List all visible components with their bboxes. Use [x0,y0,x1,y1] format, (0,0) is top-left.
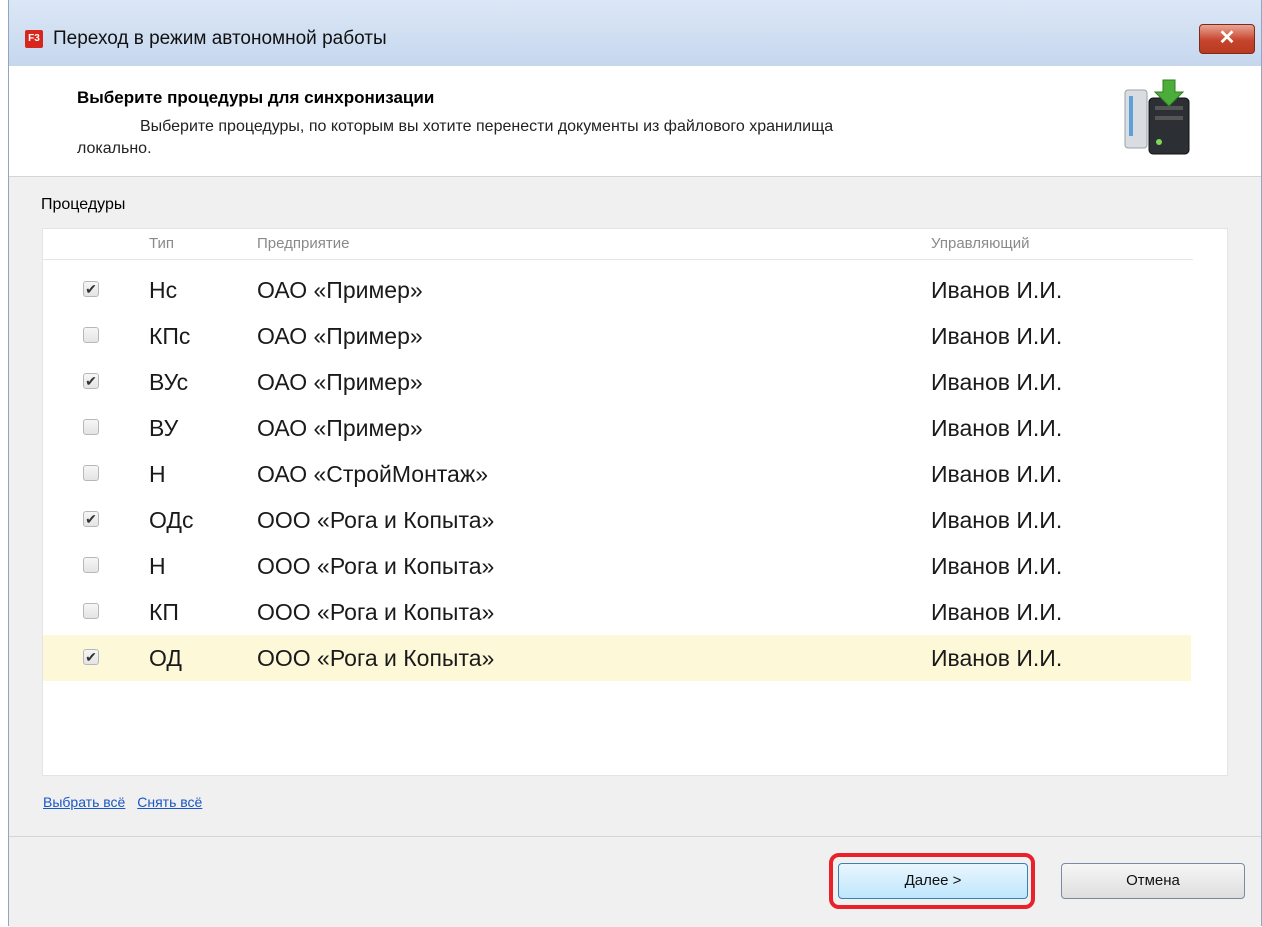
procedure-row[interactable]: ✔ ОД ООО «Рога и Копыта» Иванов И.И. [43,635,1191,681]
column-header-enterprise[interactable]: Предприятие [257,235,349,252]
procedure-row[interactable]: КПс ОАО «Пример» Иванов И.И. [43,313,1191,359]
procedure-manager: Иванов И.И. [931,553,1063,579]
dialog-window: F3 Переход в режим автономной работы ✕ В… [8,0,1262,927]
procedure-enterprise: ОАО «СтройМонтаж» [257,461,489,487]
app-logo-icon: F3 [25,30,43,48]
server-download-icon [1124,79,1190,155]
cancel-button[interactable]: Отмена [1061,863,1245,899]
procedure-manager: Иванов И.И. [931,415,1063,441]
procedure-checkbox[interactable]: ✔ [83,649,99,665]
wizard-title: Выберите процедуры для синхронизации [77,88,435,107]
wizard-description: Выберите процедуры, по которым вы хотите… [77,116,1020,160]
clear-all-link[interactable]: Снять всё [137,794,202,810]
procedure-checkbox[interactable]: ✔ [83,281,99,297]
title-bar: F3 Переход в режим автономной работы ✕ [9,0,1261,67]
procedure-row[interactable]: КП ООО «Рога и Копыта» Иванов И.И. [43,589,1191,635]
procedure-type: Н [149,461,166,487]
procedure-enterprise: ОАО «Пример» [257,415,423,441]
procedure-row[interactable]: ✔ Нс ОАО «Пример» Иванов И.И. [43,267,1191,313]
column-header-manager[interactable]: Управляющий [931,235,1030,252]
procedure-row[interactable]: ВУ ОАО «Пример» Иванов И.И. [43,405,1191,451]
procedure-type: ОДс [149,507,194,533]
procedure-row[interactable]: Н ООО «Рога и Копыта» Иванов И.И. [43,543,1191,589]
column-header-type[interactable]: Тип [149,235,174,252]
window-title: Переход в режим автономной работы [53,28,387,49]
procedure-enterprise: ОАО «Пример» [257,277,423,303]
wizard-header: Выберите процедуры для синхронизации Выб… [9,66,1261,177]
procedure-enterprise: ООО «Рога и Копыта» [257,645,495,671]
procedure-type: Н [149,553,166,579]
procedure-enterprise: ООО «Рога и Копыта» [257,599,495,625]
procedure-type: Нс [149,277,178,303]
procedure-manager: Иванов И.И. [931,599,1063,625]
procedure-enterprise: ООО «Рога и Копыта» [257,507,495,533]
procedure-manager: Иванов И.И. [931,645,1063,671]
procedure-enterprise: ОАО «Пример» [257,369,423,395]
procedure-type: ОД [149,645,182,671]
procedures-list[interactable]: Тип Предприятие Управляющий ✔ Нс ОАО «Прим… [42,228,1228,776]
column-headers: Тип Предприятие Управляющий [43,229,1193,260]
procedure-manager: Иванов И.И. [931,323,1063,349]
procedure-checkbox[interactable]: ✔ [83,373,99,389]
procedure-type: КПс [149,323,191,349]
procedure-enterprise: ООО «Рога и Копыта» [257,553,495,579]
selection-links: Выбрать всё Снять всё [43,794,210,810]
procedures-label: Процедуры [41,196,126,213]
procedure-checkbox[interactable] [83,327,99,343]
procedure-checkbox[interactable] [83,603,99,619]
procedure-type: ВУ [149,415,179,441]
wizard-description-line2: локально. [77,140,152,157]
procedure-checkbox[interactable] [83,419,99,435]
procedure-type: ВУс [149,369,189,395]
procedure-row[interactable]: ✔ ВУс ОАО «Пример» Иванов И.И. [43,359,1191,405]
procedure-manager: Иванов И.И. [931,277,1063,303]
procedure-enterprise: ОАО «Пример» [257,323,423,349]
next-button-highlight [829,853,1035,909]
procedure-row[interactable]: ✔ ОДс ООО «Рога и Копыта» Иванов И.И. [43,497,1191,543]
procedure-type: КП [149,599,179,625]
close-button[interactable]: ✕ [1199,24,1255,54]
procedure-checkbox[interactable] [83,557,99,573]
procedure-manager: Иванов И.И. [931,369,1063,395]
procedure-manager: Иванов И.И. [931,507,1063,533]
select-all-link[interactable]: Выбрать всё [43,794,125,810]
procedure-row[interactable]: Н ОАО «СтройМонтаж» Иванов И.И. [43,451,1191,497]
procedure-checkbox[interactable] [83,465,99,481]
dialog-footer: Далее > Отмена [9,836,1261,927]
procedure-manager: Иванов И.И. [931,461,1063,487]
procedure-checkbox[interactable]: ✔ [83,511,99,527]
wizard-description-line1: Выберите процедуры, по которым вы хотите… [140,118,834,135]
